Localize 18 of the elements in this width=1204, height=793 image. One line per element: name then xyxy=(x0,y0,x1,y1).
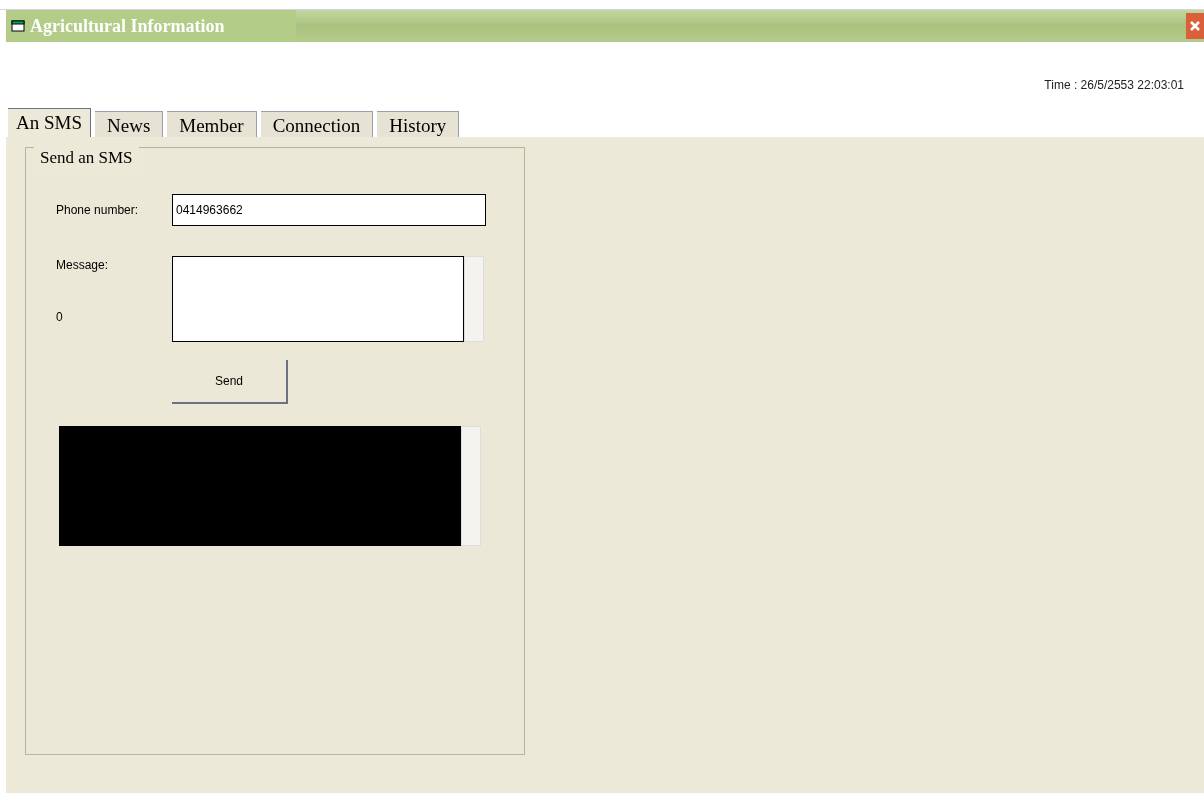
phone-label: Phone number: xyxy=(56,202,140,219)
phone-input[interactable]: 0414963662 xyxy=(172,194,486,226)
send-button[interactable]: Send xyxy=(172,360,288,404)
scrollbar[interactable] xyxy=(464,256,484,342)
scrollbar[interactable] xyxy=(461,426,481,546)
message-field[interactable] xyxy=(172,256,464,342)
message-label: Message: xyxy=(56,257,110,274)
tab[interactable]: History xyxy=(377,111,460,137)
close-button[interactable] xyxy=(1186,13,1204,39)
window-title: Agricultural Information xyxy=(30,14,225,38)
tab[interactable]: Connection xyxy=(260,111,374,137)
time-label: Time : 26/5/2553 22:03:01 xyxy=(1044,77,1184,94)
tab[interactable]: News xyxy=(95,111,164,137)
window-icon xyxy=(11,20,25,32)
character-count: 0 xyxy=(56,309,64,326)
tab[interactable]: Member xyxy=(167,111,257,137)
close-icon xyxy=(1189,20,1201,32)
tab[interactable]: An SMS xyxy=(8,108,91,137)
